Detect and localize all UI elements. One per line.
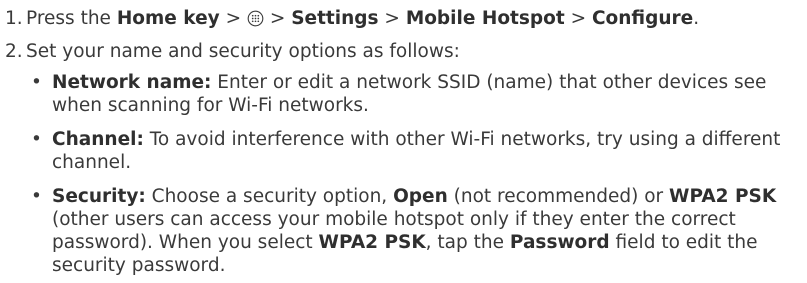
security-text: (not recommended) or bbox=[447, 186, 670, 207]
step-1: 1. Press the Home key > > Settings > Mob… bbox=[0, 7, 699, 30]
step-2: 2. Set your name and security options as… bbox=[0, 40, 460, 63]
period: . bbox=[693, 8, 700, 29]
list-item-network-name: • Network name: Enter or edit a network … bbox=[0, 71, 807, 117]
list-item-security: • Security: Choose a security option, Op… bbox=[0, 185, 807, 277]
password-field-label: Password bbox=[509, 232, 610, 253]
configure-label: Configure bbox=[591, 8, 694, 29]
step-number: 2. bbox=[5, 41, 23, 62]
bullet-icon: • bbox=[31, 186, 42, 207]
list-item-channel: • Channel: To avoid interference with ot… bbox=[0, 128, 807, 174]
step-text: Press the bbox=[26, 8, 117, 29]
open-option-label: Open bbox=[393, 186, 448, 207]
mobile-hotspot-label: Mobile Hotspot bbox=[405, 8, 565, 29]
separator: > bbox=[378, 8, 406, 29]
security-text: , tap the bbox=[425, 232, 510, 253]
separator: > bbox=[263, 8, 292, 29]
wpa2-psk-option-label: WPA2 PSK bbox=[318, 232, 426, 253]
bullet-icon: • bbox=[31, 72, 42, 93]
separator: > bbox=[564, 8, 592, 29]
channel-description: To avoid interference with other Wi-Fi n… bbox=[52, 129, 781, 173]
security-label: Security: bbox=[52, 186, 146, 207]
bullet-icon: • bbox=[31, 129, 42, 150]
home-key-label: Home key bbox=[116, 8, 220, 29]
network-name-label: Network name: bbox=[52, 72, 212, 93]
channel-label: Channel: bbox=[52, 129, 144, 150]
security-text: Choose a security option, bbox=[145, 186, 394, 207]
wpa2-psk-option-label: WPA2 PSK bbox=[669, 186, 777, 207]
step-number: 1. bbox=[5, 8, 23, 29]
separator: > bbox=[219, 8, 247, 29]
apps-icon bbox=[247, 10, 264, 27]
step-text: Set your name and security options as fo… bbox=[26, 41, 460, 62]
settings-label: Settings bbox=[291, 8, 379, 29]
